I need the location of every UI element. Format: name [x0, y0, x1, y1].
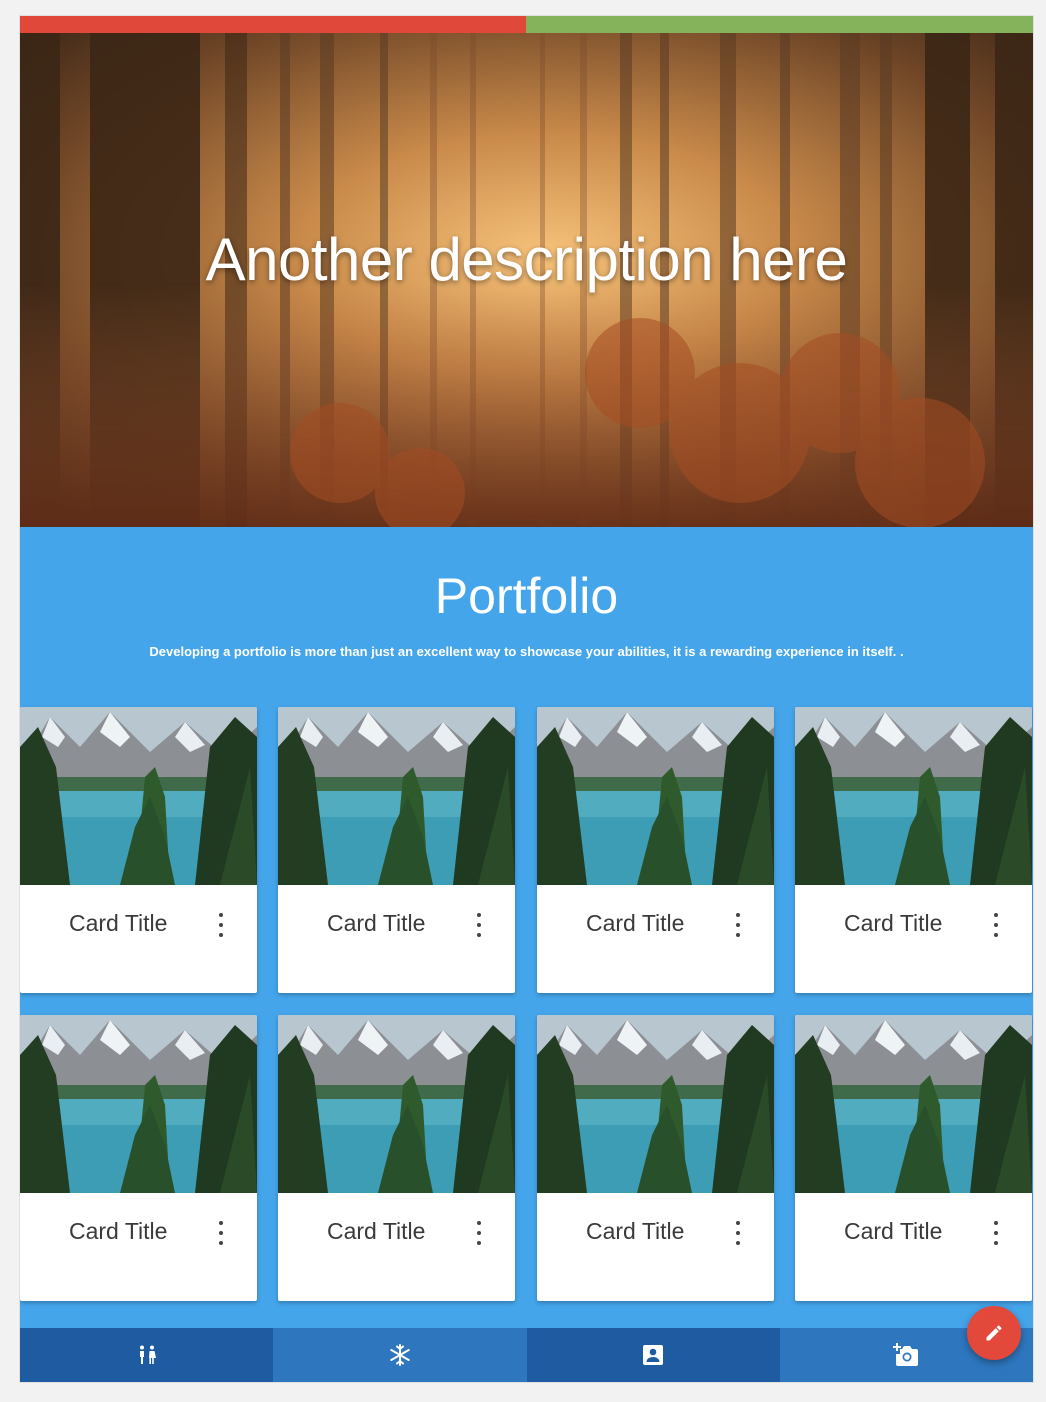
top-color-bar	[20, 16, 1033, 33]
mountain-lake-image	[795, 707, 1032, 885]
more-vert-icon[interactable]	[988, 913, 1004, 937]
pencil-edit-icon	[986, 1325, 1002, 1341]
color-bar-green	[526, 16, 1033, 33]
contact-card-icon	[643, 1345, 664, 1365]
more-vert-icon[interactable]	[988, 1221, 1004, 1245]
edit-fab-button[interactable]	[967, 1306, 1021, 1360]
menu-dot	[994, 1221, 998, 1225]
card-title: Card Title	[327, 910, 426, 936]
portfolio-card[interactable]: Card Title	[537, 1015, 774, 1301]
mountain-lake-image	[278, 1015, 515, 1193]
menu-dot	[219, 1221, 223, 1225]
portfolio-card[interactable]: Card Title	[20, 1015, 257, 1301]
hero-banner: Another description here	[20, 33, 1033, 527]
menu-dot	[477, 1221, 481, 1225]
menu-dot	[994, 1231, 998, 1235]
add-camera-icon	[893, 1343, 919, 1366]
nav-item-people[interactable]	[20, 1328, 274, 1382]
more-vert-icon[interactable]	[730, 1221, 746, 1245]
menu-dot	[219, 933, 223, 937]
menu-dot	[736, 1231, 740, 1235]
portfolio-description: Developing a portfolio is more than just…	[149, 644, 904, 659]
color-bar-red	[20, 16, 526, 33]
bottom-nav	[20, 1328, 1033, 1382]
page-frame: Another description here Portfolio Devel…	[20, 16, 1033, 1382]
mountain-lake-image	[20, 707, 257, 885]
menu-dot	[736, 1241, 740, 1245]
card-title: Card Title	[69, 1218, 168, 1244]
more-vert-icon[interactable]	[471, 913, 487, 937]
more-vert-icon[interactable]	[471, 1221, 487, 1245]
portfolio-card[interactable]: Card Title	[20, 707, 257, 993]
menu-dot	[736, 933, 740, 937]
menu-dot	[994, 913, 998, 917]
nav-item-contact[interactable]	[526, 1328, 780, 1382]
mountain-lake-image	[278, 707, 515, 885]
portfolio-section: Portfolio Developing a portfolio is more…	[20, 527, 1033, 1328]
menu-dot	[736, 923, 740, 927]
menu-dot	[219, 923, 223, 927]
nav-item-snowflake[interactable]	[273, 1328, 527, 1382]
card-title: Card Title	[844, 1218, 943, 1244]
more-vert-icon[interactable]	[213, 1221, 229, 1245]
wc-people-icon	[139, 1345, 156, 1364]
card-title: Card Title	[586, 1218, 685, 1244]
menu-dot	[994, 933, 998, 937]
portfolio-card[interactable]: Card Title	[278, 1015, 515, 1301]
menu-dot	[219, 913, 223, 917]
menu-dot	[994, 923, 998, 927]
menu-dot	[477, 913, 481, 917]
card-title: Card Title	[327, 1218, 426, 1244]
menu-dot	[219, 1231, 223, 1235]
mountain-lake-image	[537, 707, 774, 885]
more-vert-icon[interactable]	[730, 913, 746, 937]
card-title: Card Title	[586, 910, 685, 936]
portfolio-card[interactable]: Card Title	[278, 707, 515, 993]
mountain-lake-image	[795, 1015, 1032, 1193]
portfolio-card[interactable]: Card Title	[795, 1015, 1032, 1301]
menu-dot	[477, 933, 481, 937]
menu-dot	[477, 923, 481, 927]
menu-dot	[477, 1241, 481, 1245]
card-title: Card Title	[69, 910, 168, 936]
portfolio-card[interactable]: Card Title	[537, 707, 774, 993]
menu-dot	[994, 1241, 998, 1245]
portfolio-title: Portfolio	[434, 568, 619, 624]
menu-dot	[477, 1231, 481, 1235]
card-title: Card Title	[844, 910, 943, 936]
menu-dot	[736, 913, 740, 917]
hero-headline: Another description here	[205, 226, 848, 293]
menu-dot	[736, 1221, 740, 1225]
snowflake-icon	[390, 1344, 410, 1366]
more-vert-icon[interactable]	[213, 913, 229, 937]
mountain-lake-image	[20, 1015, 257, 1193]
mountain-lake-image	[537, 1015, 774, 1193]
menu-dot	[219, 1241, 223, 1245]
portfolio-card[interactable]: Card Title	[795, 707, 1032, 993]
